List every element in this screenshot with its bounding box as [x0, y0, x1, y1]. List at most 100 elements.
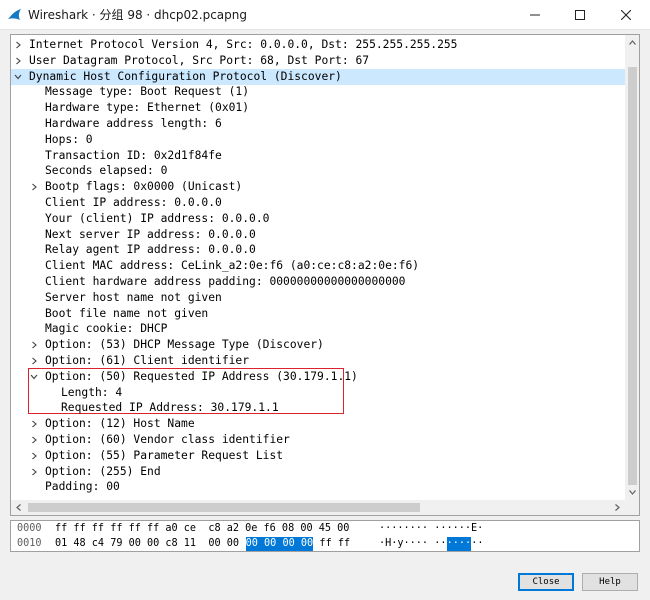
hex-offset: 0010 [17, 538, 42, 549]
tree-row-label: Padding: 00 [45, 480, 120, 494]
tree-row[interactable]: Message type: Boot Request (1) [11, 84, 625, 100]
vertical-scrollbar[interactable] [625, 35, 639, 500]
tree-row[interactable]: Hardware type: Ethernet (0x01) [11, 100, 625, 116]
minimize-icon [530, 14, 540, 16]
tree-row-label: Option: (60) Vendor class identifier [45, 433, 290, 446]
tree-row[interactable]: Magic cookie: DHCP [11, 321, 625, 337]
scroll-right-icon[interactable] [610, 500, 625, 515]
maximize-button[interactable] [557, 0, 603, 30]
title-bar: Wireshark · 分组 98 · dhcp02.pcapng [0, 0, 650, 30]
tree-row[interactable]: Option: (53) DHCP Message Type (Discover… [11, 337, 625, 353]
hex-ascii: ·H·y···· ·· [379, 538, 447, 549]
tree-row-label: Requested IP Address: 30.179.1.1 [61, 401, 279, 415]
tree-row-label: Client MAC address: CeLink_a2:0e:f6 (a0:… [45, 259, 420, 273]
tree-row-label: Hops: 0 [45, 132, 93, 146]
hex-bytes: 01 48 c4 79 00 00 c8 11 00 00 [55, 538, 246, 549]
scrollbar-corner [625, 500, 639, 515]
vertical-scroll-thumb[interactable] [628, 67, 637, 485]
chevron-right-icon[interactable] [14, 41, 22, 49]
tree-row[interactable]: Option: (55) Parameter Request List [11, 448, 625, 464]
tree-row[interactable]: Bootp flags: 0x0000 (Unicast) [11, 179, 625, 195]
tree-row[interactable]: Transaction ID: 0x2d1f84fe [11, 148, 625, 164]
hex-bytes-selected: 00 00 00 00 [245, 537, 314, 551]
maximize-icon [575, 10, 585, 20]
tree-row-label: Option: (61) Client identifier [45, 354, 250, 367]
close-button[interactable]: Close [518, 573, 574, 591]
tree-row[interactable]: Option: (61) Client identifier [11, 353, 625, 369]
tree-row[interactable]: Server host name not given [11, 290, 625, 306]
scroll-up-icon[interactable] [625, 35, 639, 50]
chevron-down-icon[interactable] [14, 73, 22, 81]
tree-row[interactable]: Option: (12) Host Name [11, 416, 625, 432]
tree-row[interactable]: Client IP address: 0.0.0.0 [11, 195, 625, 211]
tree-row[interactable]: Client MAC address: CeLink_a2:0e:f6 (a0:… [11, 258, 625, 274]
packet-details-tree[interactable]: Internet Protocol Version 4, Src: 0.0.0.… [10, 34, 640, 516]
tree-row-label: Length: 4 [61, 385, 123, 399]
hex-bytes: ff ff [313, 538, 351, 549]
chevron-right-icon[interactable] [30, 357, 38, 365]
tree-row-label: Seconds elapsed: 0 [45, 164, 168, 178]
tree-row-label: Client IP address: 0.0.0.0 [45, 196, 222, 209]
tree-row[interactable]: Padding: 00 [11, 479, 625, 495]
chevron-right-icon[interactable] [14, 57, 22, 65]
horizontal-scroll-thumb[interactable] [28, 503, 420, 512]
dialog-button-bar: Close Help [0, 556, 650, 600]
chevron-right-icon[interactable] [30, 341, 38, 349]
tree-row[interactable]: Next server IP address: 0.0.0.0 [11, 227, 625, 243]
tree-row-label: Hardware type: Ethernet (0x01) [45, 101, 250, 115]
hex-row[interactable]: 0010 01 48 c4 79 00 00 c8 11 00 00 00 00 … [11, 537, 639, 551]
tree-row[interactable]: Hops: 0 [11, 132, 625, 148]
tree-row[interactable]: Boot file name not given [11, 306, 625, 322]
chevron-right-icon[interactable] [30, 420, 38, 428]
tree-row-label: User Datagram Protocol, Src Port: 68, Ds… [29, 53, 370, 67]
hex-offset: 0000 [17, 523, 42, 534]
tree-row-label: Option: (55) Parameter Request List [45, 448, 284, 462]
tree-row[interactable]: Option: (50) Requested IP Address (30.17… [11, 369, 625, 385]
chevron-down-icon[interactable] [30, 373, 38, 381]
tree-row-label: Next server IP address: 0.0.0.0 [45, 227, 256, 241]
tree-row[interactable]: Dynamic Host Configuration Protocol (Dis… [11, 68, 625, 85]
hex-bytes: ff ff ff ff ff ff a0 ce c8 a2 0e f6 08 0… [55, 523, 350, 534]
scroll-left-icon[interactable] [11, 500, 26, 515]
tree-row-label: Bootp flags: 0x0000 (Unicast) [45, 180, 243, 194]
tree-row-label: Message type: Boot Request (1) [45, 85, 250, 99]
tree-row-label: Your (client) IP address: 0.0.0.0 [45, 211, 270, 225]
tree-row-label: Hardware address length: 6 [45, 117, 222, 130]
hex-ascii: ········ ······E· [379, 523, 484, 534]
tree-row[interactable]: Option: (60) Vendor class identifier [11, 432, 625, 448]
chevron-right-icon[interactable] [30, 452, 38, 460]
tree-row[interactable]: Hardware address length: 6 [11, 116, 625, 132]
scroll-down-icon[interactable] [625, 485, 639, 500]
tree-row-label: Option: (50) Requested IP Address (30.17… [45, 369, 358, 383]
tree-row-label: Boot file name not given [45, 306, 209, 320]
tree-row-label: Magic cookie: DHCP [45, 322, 168, 336]
hex-ascii-selected: ···· [446, 537, 472, 551]
chevron-right-icon[interactable] [30, 468, 38, 476]
hex-dump-pane[interactable]: 0000 ff ff ff ff ff ff a0 ce c8 a2 0e f6 … [10, 520, 640, 552]
tree-row-label: Option: (12) Host Name [45, 417, 195, 431]
tree-row[interactable]: Requested IP Address: 30.179.1.1 [11, 400, 625, 416]
help-button[interactable]: Help [582, 573, 638, 591]
tree-row[interactable]: Client hardware address padding: 0000000… [11, 274, 625, 290]
chevron-right-icon[interactable] [30, 183, 38, 191]
tree-row-label: Client hardware address padding: 0000000… [45, 275, 406, 288]
hex-row[interactable]: 0000 ff ff ff ff ff ff a0 ce c8 a2 0e f6 … [11, 522, 639, 536]
tree-row-label: Transaction ID: 0x2d1f84fe [45, 148, 222, 162]
tree-row[interactable]: Your (client) IP address: 0.0.0.0 [11, 211, 625, 227]
tree-row[interactable]: User Datagram Protocol, Src Port: 68, Ds… [11, 53, 625, 69]
tree-row-label: Server host name not given [45, 290, 222, 304]
chevron-right-icon[interactable] [30, 436, 38, 444]
tree-row-label: Relay agent IP address: 0.0.0.0 [45, 243, 256, 257]
tree-row[interactable]: Length: 4 [11, 385, 625, 401]
horizontal-scrollbar[interactable] [11, 500, 625, 515]
tree-row[interactable]: Relay agent IP address: 0.0.0.0 [11, 242, 625, 258]
minimize-button[interactable] [512, 0, 558, 30]
tree-row[interactable]: Seconds elapsed: 0 [11, 163, 625, 179]
tree-row-label: Option: (255) End [45, 464, 161, 478]
close-icon [621, 10, 631, 20]
tree-row[interactable]: Option: (255) End [11, 464, 625, 480]
tree-row-label: Option: (53) DHCP Message Type (Discover… [45, 338, 324, 352]
window-title: Wireshark · 分组 98 · dhcp02.pcapng [28, 8, 247, 22]
tree-row[interactable]: Internet Protocol Version 4, Src: 0.0.0.… [11, 37, 625, 53]
close-window-button[interactable] [603, 0, 649, 30]
